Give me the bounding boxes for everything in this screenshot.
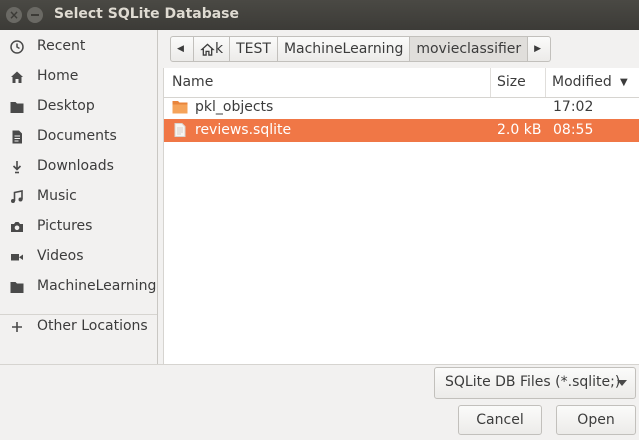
file-filter-label: SQLite DB Files (*.sqlite;): [445, 374, 621, 390]
file-name: reviews.sqlite: [195, 122, 292, 138]
file-filter-dropdown[interactable]: SQLite DB Files (*.sqlite;): [434, 367, 636, 399]
sidebar-item-label: Pictures: [37, 218, 93, 234]
path-forward-button[interactable]: ▶: [528, 36, 552, 62]
sort-descending-icon: ▼: [620, 77, 628, 88]
file-modified: 08:55: [553, 122, 594, 138]
sidebar-item-recent[interactable]: Recent: [0, 32, 157, 62]
file-row-pkl-objects[interactable]: pkl_objects 17:02: [164, 96, 639, 119]
path-home-label: k: [215, 41, 224, 57]
path-back-button[interactable]: ◀: [170, 36, 194, 62]
folder-icon: [172, 101, 188, 114]
sidebar-item-music[interactable]: Music: [0, 182, 157, 212]
sidebar-item-documents[interactable]: Documents: [0, 122, 157, 152]
file-name: pkl_objects: [195, 99, 274, 115]
minimize-window-button[interactable]: [27, 7, 43, 23]
sidebar-item-desktop[interactable]: Desktop: [0, 92, 157, 122]
plus-icon: [12, 322, 22, 332]
path-home-button[interactable]: k: [194, 36, 231, 62]
sidebar-item-label: Videos: [37, 248, 84, 264]
bottom-separator: [0, 364, 639, 365]
column-header: Name Size Modified ▼: [164, 68, 639, 98]
sidebar-item-label: MachineLearning: [37, 278, 157, 294]
home-icon: [200, 43, 215, 56]
path-crumb-test[interactable]: TEST: [230, 36, 278, 62]
file-modified: 17:02: [553, 99, 594, 115]
sidebar-item-other-locations[interactable]: Other Locations: [0, 312, 157, 342]
sidebar-item-label: Downloads: [37, 158, 114, 174]
file-icon: [174, 123, 186, 137]
column-separator[interactable]: [545, 68, 546, 97]
clock-icon: [10, 40, 24, 54]
camera-icon: [11, 222, 23, 232]
column-name-header[interactable]: Name: [172, 74, 213, 90]
path-bar: ◀ k TEST MachineLearning movieclassifier…: [170, 36, 552, 62]
close-window-button[interactable]: ×: [6, 7, 22, 23]
column-size-header[interactable]: Size: [497, 74, 526, 90]
title-bar: × Select SQLite Database: [0, 0, 639, 30]
sidebar-item-label: Documents: [37, 128, 117, 144]
sidebar-item-videos[interactable]: Videos: [0, 242, 157, 272]
sidebar-item-label: Desktop: [37, 98, 95, 114]
document-icon: [12, 130, 22, 144]
sidebar-item-downloads[interactable]: Downloads: [0, 152, 157, 182]
download-icon: [12, 161, 22, 174]
sidebar-item-label: Recent: [37, 38, 86, 54]
path-crumb-machinelearning[interactable]: MachineLearning: [277, 36, 411, 62]
column-separator[interactable]: [490, 68, 491, 97]
open-button[interactable]: Open: [556, 405, 636, 435]
sidebar-divider: [157, 30, 158, 364]
sidebar-item-machinelearning[interactable]: MachineLearning: [0, 272, 157, 302]
folder-icon: [10, 282, 24, 293]
home-icon: [11, 71, 23, 83]
path-crumb-movieclassifier[interactable]: movieclassifier: [410, 36, 529, 62]
places-sidebar: Recent Home Desktop Documents Downloads …: [0, 30, 157, 364]
sidebar-item-pictures[interactable]: Pictures: [0, 212, 157, 242]
video-icon: [11, 254, 23, 261]
window-title: Select SQLite Database: [54, 6, 240, 22]
file-list: Name Size Modified ▼ pkl_objects 17:02 r…: [163, 68, 639, 364]
sidebar-item-label: Other Locations: [37, 318, 148, 334]
file-size: 2.0 kB: [497, 122, 542, 138]
folder-icon: [10, 102, 24, 113]
sidebar-item-label: Music: [37, 188, 77, 204]
sidebar-item-home[interactable]: Home: [0, 62, 157, 92]
column-modified-header[interactable]: Modified: [552, 74, 612, 90]
sidebar-item-label: Home: [37, 68, 79, 84]
music-icon: [11, 190, 23, 203]
cancel-button[interactable]: Cancel: [458, 405, 542, 435]
file-row-reviews-sqlite[interactable]: reviews.sqlite 2.0 kB 08:55: [164, 119, 639, 142]
chevron-down-icon: [617, 380, 627, 386]
